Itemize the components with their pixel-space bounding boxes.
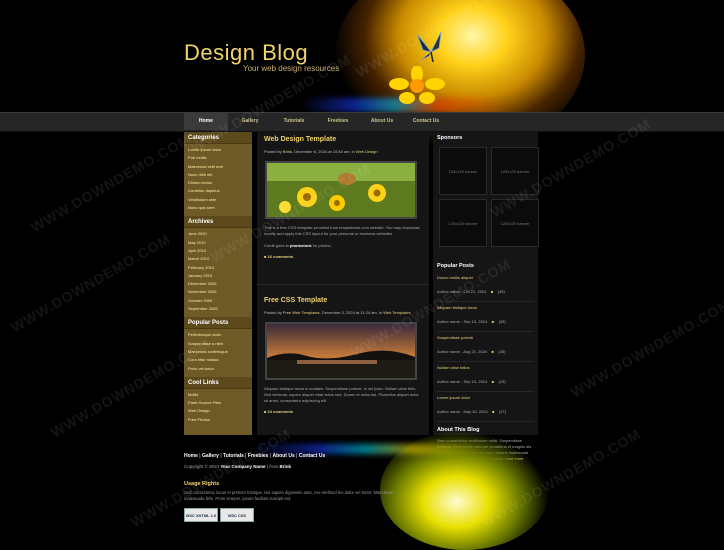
nav-freebies[interactable]: Freebies: [316, 112, 360, 130]
popular-posts-heading: Popular Posts: [184, 317, 252, 330]
category-link[interactable]: Curabitur dapibus: [188, 187, 248, 195]
watermark: WWW.DOWNDEMO.COM: [28, 130, 194, 236]
post-credit: Credit goes to photostock for photos.: [257, 237, 429, 249]
post-meta-prefix: Posted by: [264, 310, 282, 315]
post-category-link[interactable]: Web Design: [356, 149, 378, 154]
popular-post-link[interactable]: Pellentesque dolor: [188, 331, 248, 339]
popular-post-meta: Author name - Aug 21, 2024: [437, 349, 488, 354]
category-link[interactable]: Nunc nibh elit: [188, 171, 248, 179]
list-item: Nullam vitae tellus Author name - Sep 15,…: [437, 365, 534, 392]
sponsors-heading: Sponsors: [437, 135, 463, 141]
ad-banner[interactable]: 125x125 banner: [439, 147, 487, 195]
post-author-link[interactable]: Brink: [283, 149, 292, 154]
nav-tutorials[interactable]: Tutorials: [272, 112, 316, 130]
popular-post-title[interactable]: Lorem ipsum dolor: [437, 395, 534, 400]
watermark: WWW.DOWNDEMO.COM: [8, 230, 174, 336]
archive-link[interactable]: December 2009: [188, 280, 248, 288]
cool-link[interactable]: Mollis: [188, 391, 248, 399]
xhtml-badge[interactable]: W3C XHTML 1.0: [184, 508, 218, 522]
flower-icon: [389, 66, 445, 104]
post-date: , December 3, 2024 at 11:24 am, in: [319, 310, 383, 315]
left-sidebar: Categories Lorem ipsum dolor Pub mollis …: [184, 132, 252, 435]
footer-link-about[interactable]: About Us: [273, 453, 295, 459]
comment-icon: ■: [492, 409, 495, 414]
popular-post-link[interactable]: Proin vel tortor: [188, 365, 248, 373]
watermark: WWW.DOWNDEMO.COM: [568, 295, 724, 401]
nav-contact-us[interactable]: Contact Us: [404, 112, 448, 130]
credit-link[interactable]: photostock: [290, 243, 312, 248]
footer-link-contact[interactable]: Contact Us: [299, 453, 325, 459]
post-date: , December 6, 2024 at 10:48 am, in: [292, 149, 355, 154]
css-badge[interactable]: W3C CSS: [220, 508, 254, 522]
category-link[interactable]: Maecenas velit erat: [188, 163, 248, 171]
usage-rights-text: Sed consectetur, lacus et pretium tristi…: [184, 490, 393, 501]
popular-post-meta: Author name - May 16, 2024: [437, 409, 488, 414]
popular-post-count: (28): [498, 349, 506, 354]
comment-icon: ■: [491, 349, 494, 354]
site-title[interactable]: Design Blog: [184, 40, 308, 66]
category-link[interactable]: Vestibulum ante: [188, 196, 248, 204]
comment-icon: ■: [490, 289, 494, 294]
copyright-from: | from: [266, 464, 279, 469]
archive-link[interactable]: September 2009: [188, 305, 248, 313]
category-link[interactable]: Dictum lectus: [188, 179, 248, 187]
credit-text: Credit goes to: [264, 243, 289, 248]
archive-link[interactable]: February 2010: [188, 264, 248, 272]
comment-icon: ■: [491, 319, 495, 324]
blog-post: Web Design Template Posted by Brink, Dec…: [257, 132, 429, 259]
post-title[interactable]: Web Design Template: [257, 132, 429, 143]
cool-links-heading: Cool Links: [184, 376, 252, 389]
footer-link-gallery[interactable]: Gallery: [202, 453, 219, 459]
popular-post-count: (27): [499, 409, 507, 414]
popular-post-meta: Author name - Sep 15, 2024: [437, 319, 488, 324]
post-comments-link[interactable]: 24 comments: [268, 409, 294, 414]
post-comments[interactable]: ■ 24 comments: [257, 404, 429, 414]
post-meta-prefix: Posted by: [264, 149, 282, 154]
category-link[interactable]: Pub mollis: [188, 154, 248, 162]
author-link[interactable]: Brink: [280, 464, 292, 469]
list-item: Suspendisse potenti Author name - Aug 21,…: [437, 335, 534, 362]
archive-link[interactable]: October 2009: [188, 297, 248, 305]
blog-post: Free CSS Template Posted by Free Web Tem…: [257, 293, 429, 414]
popular-post-title[interactable]: Suspendisse potenti: [437, 335, 534, 340]
credit-suffix: for photos.: [312, 243, 332, 248]
archives-heading: Archives: [184, 216, 252, 229]
comment-icon: ■: [264, 409, 267, 414]
archive-link[interactable]: January 2010: [188, 272, 248, 280]
cool-link[interactable]: Web Design: [188, 407, 248, 415]
post-separator: Free CSS Template Posted by Free Web Tem…: [257, 284, 429, 415]
cool-link[interactable]: Free Photos: [188, 416, 248, 424]
category-link[interactable]: Nunc quis sem: [188, 204, 248, 212]
post-comments-link[interactable]: 16 comments: [268, 254, 294, 259]
popular-post-count: (15): [498, 379, 506, 384]
list-item: Aliquam tristique lacus Author name - Sep…: [437, 305, 534, 332]
post-comments[interactable]: ■ 16 comments: [257, 249, 429, 259]
footer-link-home[interactable]: Home: [184, 453, 198, 459]
popular-post-count: (45): [497, 289, 505, 294]
popular-post-meta: Author name - Sep 15, 2024: [437, 379, 488, 384]
post-author-link[interactable]: Free Web Templates: [283, 310, 320, 315]
cool-links-list: Mollis Flash Source Files Web Design Fre…: [184, 389, 252, 428]
comment-icon: ■: [491, 379, 495, 384]
nav-about-us[interactable]: About Us: [360, 112, 404, 130]
ad-banner[interactable]: 125x125 banner: [439, 199, 487, 247]
categories-list: Lorem ipsum dolor Pub mollis Maecenas ve…: [184, 144, 252, 216]
list-item: Lorem ipsum dolor Author name - May 16, 2…: [437, 395, 534, 422]
archive-link[interactable]: November 2009: [188, 288, 248, 296]
comment-icon: ■: [264, 254, 267, 259]
popular-post-title[interactable]: Aliquam tristique lacus: [437, 305, 534, 310]
post-title[interactable]: Free CSS Template: [257, 293, 429, 304]
post-meta: Posted by Brink, December 6, 2024 at 10:…: [257, 143, 429, 154]
popular-post-title[interactable]: Nullam vitae tellus: [437, 365, 534, 370]
post-excerpt: Aliquam tristique lacus in sodales. Susp…: [264, 386, 419, 403]
cool-link[interactable]: Flash Source Files: [188, 399, 248, 407]
popular-post-count: (35): [498, 319, 506, 324]
